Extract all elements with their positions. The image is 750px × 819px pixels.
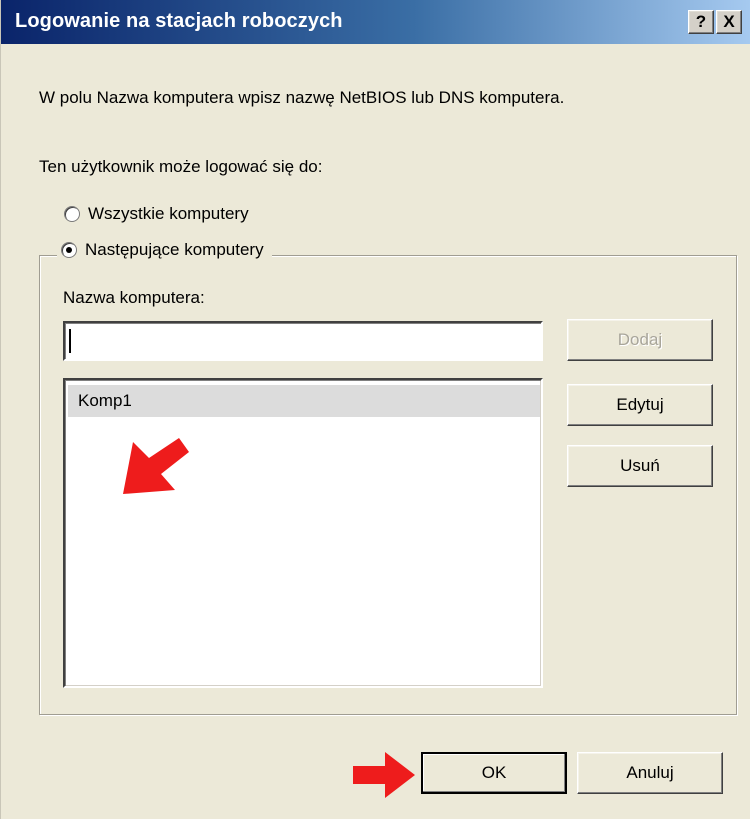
radio-selected-computers[interactable]: Następujące komputery bbox=[57, 240, 272, 260]
help-button[interactable]: ? bbox=[688, 10, 714, 34]
window-title: Logowanie na stacjach roboczych bbox=[15, 10, 343, 32]
workstation-logon-dialog: Logowanie na stacjach roboczych ? X W po… bbox=[0, 0, 750, 819]
add-button[interactable]: Dodaj bbox=[567, 319, 713, 361]
title-bar[interactable]: Logowanie na stacjach roboczych ? X bbox=[1, 0, 750, 44]
radio-selected-indicator[interactable] bbox=[61, 242, 77, 258]
annotation-arrow-up-left-icon bbox=[123, 438, 189, 494]
computer-name-label: Nazwa komputera: bbox=[63, 288, 205, 307]
computer-name-input[interactable] bbox=[63, 321, 543, 361]
radio-all-indicator[interactable] bbox=[64, 206, 80, 222]
computers-list[interactable]: Komp1 bbox=[63, 378, 543, 688]
cancel-button[interactable]: Anuluj bbox=[577, 752, 723, 794]
ok-button[interactable]: OK bbox=[421, 752, 567, 794]
section-label: Ten użytkownik może logować się do: bbox=[39, 157, 323, 176]
close-button[interactable]: X bbox=[716, 10, 742, 34]
remove-button[interactable]: Usuń bbox=[567, 445, 713, 487]
radio-all-computers[interactable]: Wszystkie komputery bbox=[64, 204, 249, 224]
annotation-arrow-right-icon bbox=[353, 752, 415, 798]
list-item[interactable]: Komp1 bbox=[68, 385, 540, 417]
radio-selected-label: Następujące komputery bbox=[85, 240, 264, 259]
edit-button[interactable]: Edytuj bbox=[567, 384, 713, 426]
instruction-text: W polu Nazwa komputera wpisz nazwę NetBI… bbox=[39, 88, 565, 107]
text-caret bbox=[69, 329, 71, 353]
radio-all-label: Wszystkie komputery bbox=[88, 204, 249, 223]
